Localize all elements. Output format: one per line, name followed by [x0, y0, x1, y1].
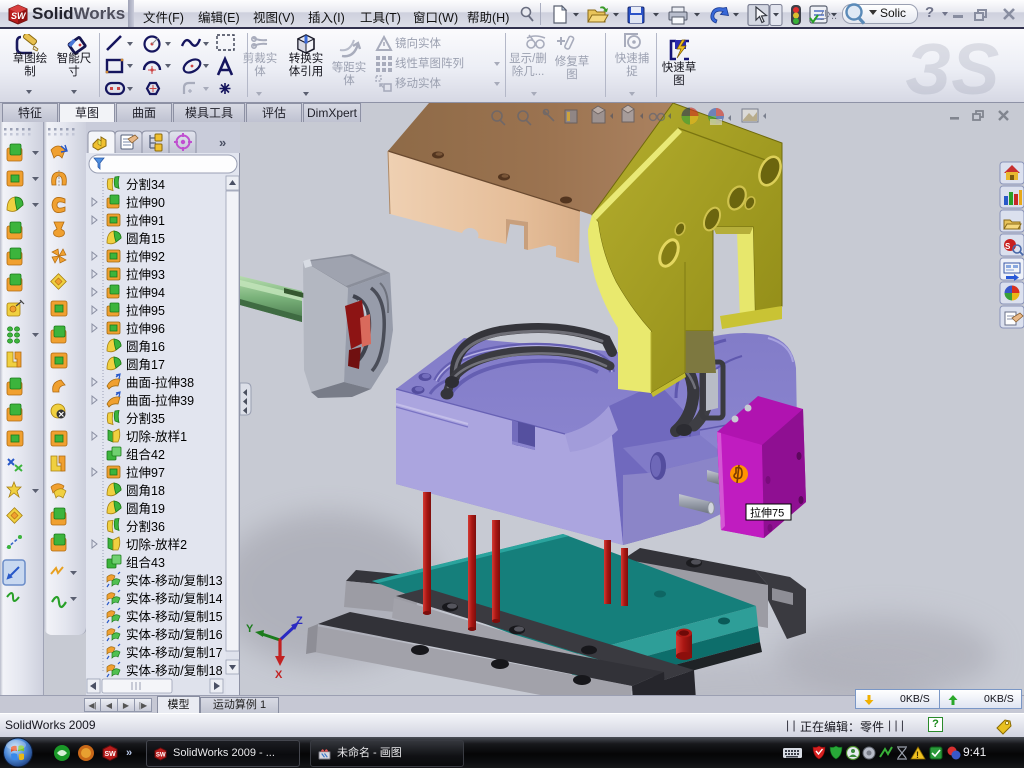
svg-text:圆角19: 圆角19: [126, 502, 165, 516]
svg-text:组合42: 组合42: [126, 447, 165, 462]
svg-text:拉伸91: 拉伸91: [126, 213, 165, 228]
svg-text:实体-移动/复制14: 实体-移动/复制14: [126, 591, 223, 606]
svg-text:实体-移动/复制18: 实体-移动/复制18: [126, 663, 223, 678]
svg-text:拉伸95: 拉伸95: [126, 303, 165, 318]
svg-text:实体-移动/复制13: 实体-移动/复制13: [126, 573, 223, 588]
svg-text:圆角18: 圆角18: [126, 484, 165, 498]
svg-text:»: »: [219, 135, 226, 150]
svg-text:拉伸94: 拉伸94: [126, 285, 165, 300]
svg-text:分割36: 分割36: [126, 519, 165, 534]
svg-text:拉伸97: 拉伸97: [126, 465, 165, 480]
svg-text:Z: Z: [296, 615, 303, 627]
svg-text:组合43: 组合43: [126, 555, 165, 570]
svg-text:曲面-拉伸39: 曲面-拉伸39: [126, 393, 194, 408]
svg-text:拉伸75: 拉伸75: [750, 506, 784, 520]
svg-text:实体-移动/复制17: 实体-移动/复制17: [126, 645, 223, 660]
svg-text:圆角15: 圆角15: [126, 232, 165, 246]
svg-text:S: S: [1005, 242, 1011, 251]
svg-text:圆角16: 圆角16: [126, 340, 165, 354]
svg-text:拉伸92: 拉伸92: [126, 249, 165, 264]
svg-text:»: »: [126, 747, 132, 759]
svg-text:圆角17: 圆角17: [126, 358, 165, 372]
svg-text:SW: SW: [105, 751, 117, 758]
svg-text:曲面-拉伸38: 曲面-拉伸38: [126, 375, 194, 390]
svg-text:分割35: 分割35: [126, 411, 165, 426]
svg-text:拉伸93: 拉伸93: [126, 267, 165, 282]
svg-text:Y: Y: [246, 623, 254, 635]
svg-text:实体-移动/复制15: 实体-移动/复制15: [126, 609, 223, 624]
svg-text:分割34: 分割34: [126, 177, 165, 192]
svg-text:拉伸90: 拉伸90: [126, 195, 165, 210]
svg-text:切除-放样1: 切除-放样1: [126, 429, 187, 444]
svg-text:切除-放样2: 切除-放样2: [126, 537, 187, 552]
svg-text:SW: SW: [11, 11, 27, 21]
svg-text:X: X: [275, 669, 283, 681]
svg-text:实体-移动/复制16: 实体-移动/复制16: [126, 627, 223, 642]
svg-text:拉伸96: 拉伸96: [126, 321, 165, 336]
svg-text:SW: SW: [156, 751, 166, 758]
svg-text:!: !: [916, 750, 919, 760]
